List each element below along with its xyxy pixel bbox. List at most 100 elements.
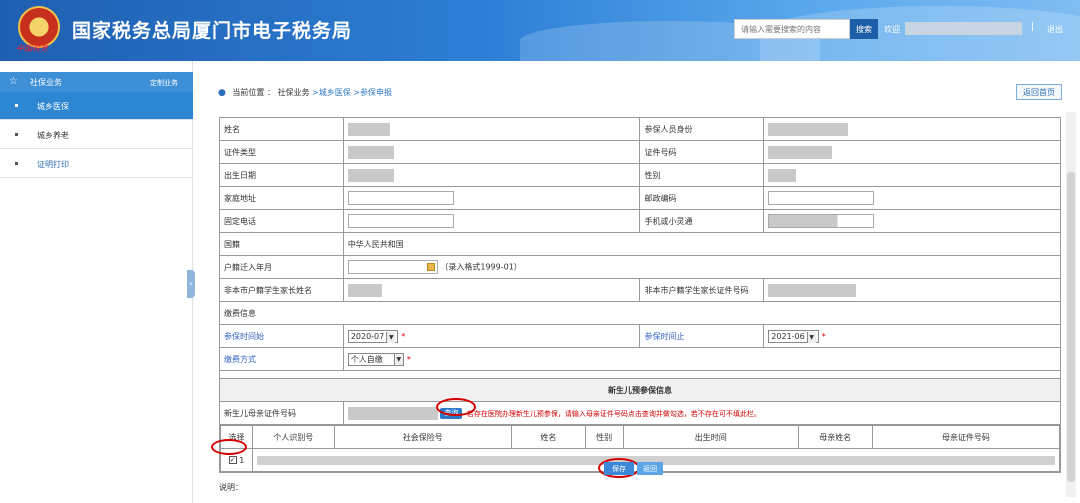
masked-value xyxy=(347,168,394,182)
sidebar-section-social-insurance[interactable]: ☆ 社保业务 定制业务 xyxy=(0,72,193,92)
value-postcode xyxy=(763,186,1061,210)
masked-value xyxy=(347,122,390,136)
label-gender: 性别 xyxy=(639,163,765,187)
site-title: 国家税务总局厦门市电子税务局 xyxy=(72,20,353,42)
breadcrumb-prefix: 当前位置 ： xyxy=(232,88,275,97)
row-checkbox[interactable]: ✓ xyxy=(228,456,237,464)
value-end: 2021-06 ▼ * xyxy=(763,324,1061,348)
address-field[interactable] xyxy=(347,191,454,205)
row-index: 1 xyxy=(239,455,245,465)
start-date-select[interactable]: 2020-07 ▼ xyxy=(347,329,399,343)
label-nationality: 国籍 xyxy=(219,232,344,256)
breadcrumb-level1[interactable]: 社保业务 xyxy=(278,88,310,97)
sidebar: ☆ 社保业务 定制业务 城乡医保 城乡养老 证明打印 xyxy=(0,61,193,503)
label-postcode: 邮政编码 xyxy=(639,186,765,210)
label-name: 姓名 xyxy=(219,117,344,141)
highlight-circle-checkbox xyxy=(211,439,247,455)
bullet-icon xyxy=(15,162,18,165)
highlight-circle-query xyxy=(436,398,476,416)
label-parent-id: 非本市户籍学生家长证件号码 xyxy=(639,278,765,302)
location-pin-icon: ● xyxy=(218,88,226,98)
sidebar-section-label: 社保业务 xyxy=(30,78,62,87)
value-gender xyxy=(763,163,1061,187)
label-phone: 固定电话 xyxy=(219,209,344,233)
end-date-select[interactable]: 2021-06 ▼ xyxy=(768,329,819,343)
newborn-hint: 若存在医院办理新生儿预参保，请输入母亲证件号码点击查询并做勾选，若不存在可不填此… xyxy=(466,409,761,418)
bullet-icon xyxy=(15,104,18,107)
sidebar-item-label: 城乡养老 xyxy=(37,131,69,140)
value-identity xyxy=(763,117,1061,141)
label-address: 家庭地址 xyxy=(219,186,344,210)
value-mobile xyxy=(763,209,1061,233)
end-date-value: 2021-06 xyxy=(771,331,805,341)
column-header: 姓名 xyxy=(510,425,586,449)
value-start: 2020-07 ▼ * xyxy=(342,324,641,348)
column-header: 社会保险号 xyxy=(333,425,512,449)
column-header: 个人识别号 xyxy=(251,425,335,449)
phone-field[interactable] xyxy=(347,214,454,228)
column-header: 出生时间 xyxy=(622,425,799,449)
sidebar-item-certificate-print[interactable]: 证明打印 xyxy=(0,150,193,178)
breadcrumb-level3[interactable]: >参保申报 xyxy=(353,88,392,97)
mobile-field[interactable] xyxy=(768,214,875,228)
label-start: 参保时间始 xyxy=(219,324,344,348)
column-header: 母亲证件号码 xyxy=(871,425,1061,449)
label-birth: 出生日期 xyxy=(219,163,344,187)
label-pay-method: 缴费方式 xyxy=(219,347,344,371)
sidebar-collapse-toggle[interactable]: ‹ xyxy=(187,270,195,298)
scrollbar-thumb[interactable] xyxy=(1067,172,1075,482)
value-hukou-date: （录入格式1999-01） xyxy=(342,255,1062,279)
masked-value xyxy=(768,122,849,136)
label-identity: 参保人员身份 xyxy=(639,117,765,141)
newborn-section-title: 新生儿预参保信息 xyxy=(219,378,1061,402)
bullet-icon xyxy=(15,133,18,136)
label-id-no: 证件号码 xyxy=(639,140,765,164)
value-id-type xyxy=(342,140,641,164)
value-name xyxy=(342,117,641,141)
label-id-type: 证件类型 xyxy=(219,140,344,164)
sidebar-item-urban-rural-pension[interactable]: 城乡养老 xyxy=(0,121,193,149)
pay-method-select[interactable]: 个人自缴 ▼ xyxy=(347,352,404,366)
value-address xyxy=(342,186,641,210)
required-mark: * xyxy=(406,354,411,364)
spacer-row xyxy=(219,370,1061,379)
label-end: 参保时间止 xyxy=(639,324,765,348)
hukou-format-hint: （录入格式1999-01） xyxy=(440,262,522,272)
column-header: 母亲姓名 xyxy=(797,425,873,449)
mother-id-field[interactable] xyxy=(347,406,438,420)
masked-value xyxy=(347,283,382,297)
search-button[interactable]: 搜索 xyxy=(850,19,878,39)
label-hukou-date: 户籍迁入年月 xyxy=(219,255,344,279)
back-button[interactable]: 返回 xyxy=(637,462,663,475)
calendar-icon[interactable] xyxy=(426,263,435,271)
enrollment-form: 姓名 参保人员身份 证件类型 证件号码 出生日期 性别 家庭地址 邮政编码 固定… xyxy=(219,117,1062,473)
welcome-text: 欢迎 xyxy=(884,25,900,34)
star-icon: ☆ xyxy=(9,76,18,87)
label-parent-name: 非本市户籍学生家长姓名 xyxy=(219,278,344,302)
label-mobile: 手机或小灵通 xyxy=(639,209,765,233)
required-mark: * xyxy=(401,331,406,341)
dropdown-arrow-icon: ▼ xyxy=(393,353,403,365)
notes-title: 说明： xyxy=(219,483,243,492)
value-parent-id xyxy=(763,278,1061,302)
payment-info-heading: 缴费信息 xyxy=(219,301,1061,325)
custom-business-link[interactable]: 定制业务 xyxy=(150,78,178,88)
tax-emblem-logo xyxy=(18,6,60,48)
hukou-date-field[interactable] xyxy=(347,260,438,274)
masked-value xyxy=(768,168,797,182)
breadcrumb-level2[interactable]: >城乡医保 xyxy=(312,88,351,97)
search-input[interactable] xyxy=(734,19,850,39)
label-mother-id: 新生儿母亲证件号码 xyxy=(219,401,344,425)
required-mark: * xyxy=(821,331,826,341)
save-button[interactable]: 保存 xyxy=(604,462,634,475)
masked-value xyxy=(768,145,833,159)
return-home-button[interactable]: 返回首页 xyxy=(1016,84,1062,100)
header-separator: | xyxy=(1031,22,1035,32)
dropdown-arrow-icon: ▼ xyxy=(386,331,396,343)
vertical-scrollbar[interactable] xyxy=(1066,112,1076,497)
logout-link[interactable]: 退出 xyxy=(1047,24,1063,35)
sidebar-item-urban-rural-medical[interactable]: 城乡医保 xyxy=(0,92,193,120)
postcode-field[interactable] xyxy=(768,191,875,205)
value-id-no xyxy=(763,140,1061,164)
dropdown-arrow-icon: ▼ xyxy=(806,331,816,343)
